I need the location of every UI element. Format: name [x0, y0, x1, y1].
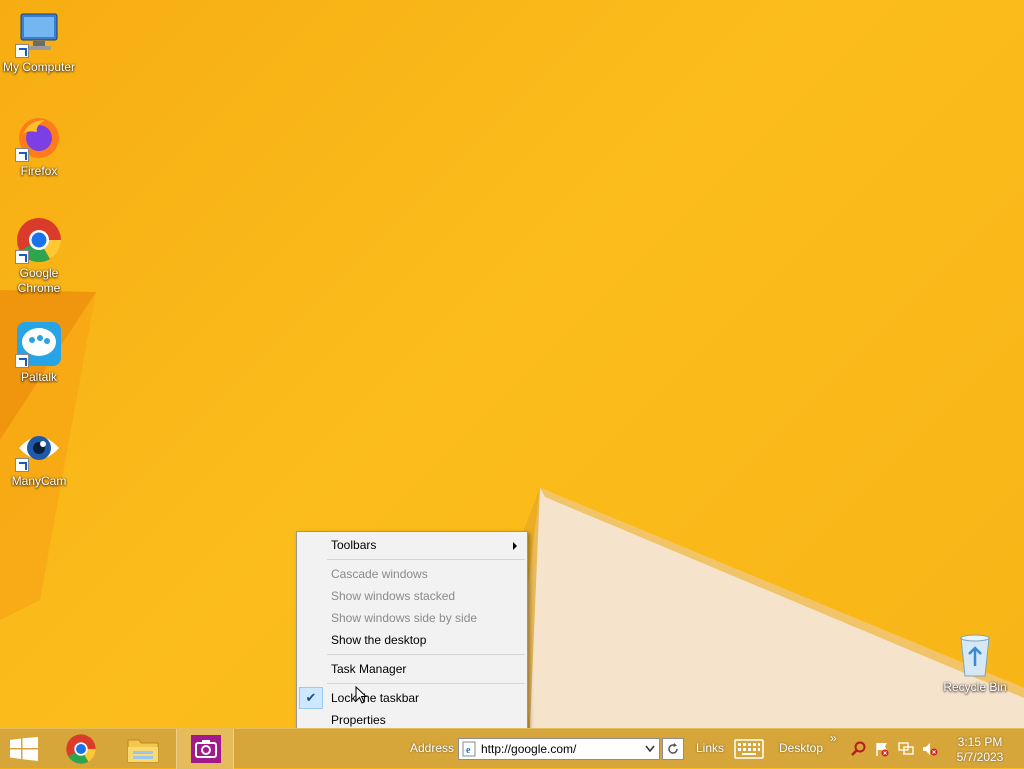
taskbar-context-menu: Toolbars Cascade windows Show windows st… — [296, 531, 528, 733]
folder-icon — [127, 739, 159, 763]
desktop-icon-label: Google Chrome — [17, 266, 61, 295]
taskbar-camera-app-button[interactable] — [176, 729, 234, 769]
menu-separator — [327, 559, 525, 560]
svg-text:e: e — [466, 745, 471, 756]
search-icon[interactable] — [850, 741, 866, 757]
touch-keyboard-icon[interactable] — [734, 739, 764, 759]
desktop-icon-paltalk[interactable]: Paltalk — [0, 320, 78, 385]
menu-item-label: Show the desktop — [331, 633, 427, 647]
menu-separator — [327, 683, 525, 684]
start-button[interactable] — [0, 729, 58, 769]
clock-date: 5/7/2023 — [956, 750, 1004, 764]
address-toolbar-label: Address — [410, 741, 455, 755]
refresh-button[interactable] — [662, 738, 684, 760]
clock-time: 3:15 PM — [957, 735, 1003, 749]
desktop-icon-label: Firefox — [20, 164, 58, 178]
desktop-toolbar-label[interactable]: Desktop — [779, 741, 823, 755]
recycle-bin-icon — [955, 632, 995, 678]
menu-item-task-manager[interactable]: Task Manager — [297, 658, 527, 680]
menu-item-side-by-side: Show windows side by side — [297, 607, 527, 629]
desktop-icon-label: Paltalk — [20, 370, 58, 384]
mouse-cursor-icon — [355, 686, 367, 704]
address-input[interactable] — [481, 741, 641, 757]
menu-item-label: Properties — [331, 713, 386, 727]
menu-item-label: Toolbars — [331, 538, 377, 552]
action-center-flag-icon[interactable] — [874, 741, 890, 757]
menu-item-label: Show windows side by side — [331, 611, 478, 625]
shortcut-arrow-icon — [15, 148, 29, 162]
chrome-icon — [66, 734, 96, 764]
system-clock[interactable]: 3:15 PM 5/7/2023 — [948, 735, 1012, 765]
ie-page-icon: e — [462, 741, 476, 757]
taskbar[interactable]: Address e Links Desktop » — [0, 728, 1024, 769]
desktop-icon-my-computer[interactable]: My Computer — [0, 10, 78, 75]
menu-item-label: Lock the taskbar — [331, 691, 420, 705]
chevron-down-icon[interactable] — [645, 745, 655, 753]
menu-item-label: Cascade windows — [331, 567, 428, 581]
refresh-icon — [668, 743, 678, 754]
desktop-icon-manycam[interactable]: ManyCam — [0, 424, 78, 489]
menu-item-label: Show windows stacked — [331, 589, 456, 603]
checkmark-icon: ✔ — [299, 687, 323, 709]
menu-item-label: Task Manager — [331, 662, 407, 676]
shortcut-arrow-icon — [15, 354, 29, 368]
desktop-icon-chrome[interactable]: Google Chrome — [0, 216, 78, 296]
shortcut-arrow-icon — [15, 44, 29, 58]
desktop-icon-label: ManyCam — [11, 474, 67, 488]
taskbar-chrome-button[interactable] — [52, 729, 110, 769]
windows-logo-icon — [10, 737, 38, 761]
desktop-icon-firefox[interactable]: Firefox — [0, 114, 78, 179]
chrome-icon — [15, 216, 63, 264]
computer-icon — [15, 10, 63, 58]
manycam-icon — [15, 424, 63, 472]
shortcut-arrow-icon — [15, 250, 29, 264]
menu-item-cascade-windows: Cascade windows — [297, 563, 527, 585]
address-bar[interactable]: e — [458, 738, 660, 760]
desktop-icon-label: My Computer — [2, 60, 76, 74]
paltalk-icon — [15, 320, 63, 368]
taskbar-file-explorer-button[interactable] — [114, 729, 172, 769]
desktop-icon-recycle-bin[interactable]: Recycle Bin — [936, 632, 1014, 695]
links-toolbar-label[interactable]: Links — [696, 741, 724, 755]
toolbar-overflow-icon[interactable]: » — [830, 731, 837, 745]
network-icon[interactable] — [898, 741, 914, 757]
menu-item-show-stacked: Show windows stacked — [297, 585, 527, 607]
menu-item-lock-taskbar[interactable]: ✔ Lock the taskbar — [297, 687, 527, 709]
submenu-arrow-icon — [513, 542, 517, 550]
shortcut-arrow-icon — [15, 458, 29, 472]
menu-item-toolbars[interactable]: Toolbars — [297, 534, 527, 556]
menu-item-show-desktop[interactable]: Show the desktop — [297, 629, 527, 651]
menu-separator — [327, 654, 525, 655]
camera-app-icon — [191, 735, 221, 763]
desktop-icon-label: Recycle Bin — [943, 680, 1007, 694]
firefox-icon — [15, 114, 63, 162]
volume-muted-icon[interactable] — [922, 741, 938, 757]
